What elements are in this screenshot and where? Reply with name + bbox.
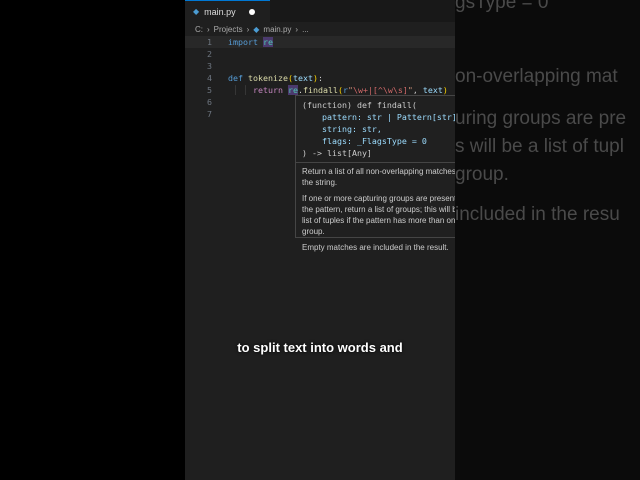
tab-label: main.py [204, 6, 236, 17]
code-line: 3 [207, 61, 212, 71]
zoomed-overlay: gsType = 0 on-overlapping mat uring grou… [455, 0, 640, 480]
function-signature: (function) def findall( pattern: str | P… [296, 96, 455, 163]
code-line: 1 import re [185, 36, 455, 48]
python-file-icon: ◆ [193, 7, 200, 16]
code-line: 4 def tokenize(text): [207, 73, 323, 83]
tab-main-py[interactable]: ◆ main.py [185, 0, 270, 22]
video-caption: to split text into words and [237, 340, 403, 355]
unsaved-dot-icon[interactable] [249, 9, 255, 15]
code-line: 2 [207, 49, 212, 59]
docstring: Return a list of all non-overlapping mat… [302, 167, 455, 252]
breadcrumb-drive[interactable]: C: [195, 25, 203, 34]
code-editor[interactable]: ◆ main.py C: › Projects › ◆ main.py › ... 1… [185, 0, 455, 480]
breadcrumb-file[interactable]: main.py [263, 25, 291, 34]
breadcrumb-more[interactable]: ... [302, 25, 309, 34]
tab-bar: ◆ main.py [185, 0, 455, 22]
hover-tooltip: (function) def findall( pattern: str | P… [295, 95, 455, 252]
breadcrumb: C: › Projects › ◆ main.py › ... [195, 24, 309, 34]
python-file-icon: ◆ [253, 24, 260, 34]
breadcrumb-projects[interactable]: Projects [214, 25, 243, 34]
